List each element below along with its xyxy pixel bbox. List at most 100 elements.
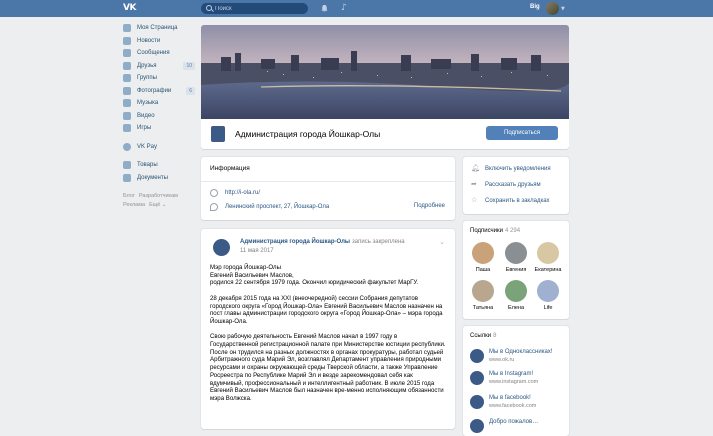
star-icon: ☆: [471, 196, 478, 204]
username[interactable]: Big: [530, 4, 540, 10]
chevron-down-icon[interactable]: ⌄: [439, 238, 445, 246]
link-logo-icon: [470, 349, 484, 363]
subscriber-item[interactable]: Паша: [468, 242, 498, 273]
music-icon[interactable]: ♪: [341, 3, 350, 14]
subscribers-title[interactable]: Подписчики 4 294: [470, 228, 520, 234]
subscriber-name: Паша: [475, 267, 491, 273]
sidebar-item-games[interactable]: Игры: [123, 122, 195, 135]
save-bookmarks-action[interactable]: ☆ Сохранить в закладках: [471, 197, 550, 204]
link-name: Мы в Одноклассниках!: [489, 349, 553, 355]
coat-of-arms-icon: [211, 126, 225, 142]
sidebar-footer: Блог Разработчикам Реклама Ещё ⌄: [123, 192, 195, 210]
post-text: Мэр города Йошкар-Олы Евгений Васильевич…: [210, 264, 446, 410]
post-avatar[interactable]: [213, 239, 230, 256]
subscriber-name: Life: [543, 305, 553, 311]
link-name: Мы в facebook!: [489, 395, 531, 401]
subscribers-block: Подписчики 4 294 Паша Евгения Екатерина Т…: [463, 221, 569, 319]
sidebar-item-label: Игры: [137, 125, 152, 132]
subscriber-name: Евгения: [505, 267, 527, 273]
link-name: Мы в Instagram!: [489, 371, 534, 377]
sidebar-item-groups[interactable]: Группы: [123, 72, 195, 85]
subscriber-item[interactable]: Life: [533, 280, 563, 311]
subscribers-label: Подписчики: [470, 228, 504, 234]
sidebar-item-friends[interactable]: Друзья 10: [123, 60, 195, 73]
subscriber-name: Екатерина: [534, 267, 562, 273]
link-logo-icon: [470, 419, 484, 433]
footer-link-blog[interactable]: Блог: [123, 193, 135, 199]
address-row: Ленинский проспект, 27, Йошкар-Ола: [210, 203, 329, 211]
messages-icon: [123, 49, 131, 58]
sidebar-item-label: Друзья: [137, 62, 157, 69]
footer-link-ads[interactable]: Реклама: [123, 202, 145, 208]
games-icon: [123, 124, 131, 133]
pinned-label: запись закреплена: [352, 239, 405, 245]
website-link[interactable]: http://i-ola.ru/: [225, 190, 260, 196]
sidebar-item-photos[interactable]: Фотографии 6: [123, 85, 195, 98]
subscribe-button[interactable]: Подписаться: [486, 126, 558, 140]
sidebar-item-my-page[interactable]: Моя Страница: [123, 22, 195, 35]
post-paragraph: Свою рабочую деятельность Евгений Маслов…: [210, 333, 446, 402]
chevron-down-icon[interactable]: ▼: [561, 6, 565, 12]
count-badge: 6: [186, 86, 195, 95]
post-author[interactable]: Администрация города Йошкар-Олы: [240, 239, 350, 245]
link-item[interactable]: Мы в Одноклассниках! www.ok.ru: [470, 348, 566, 366]
friends-icon: [123, 61, 131, 70]
subscriber-name: Елена: [507, 305, 525, 311]
more-link[interactable]: Подробнее: [414, 203, 445, 209]
top-bar: VK ♪ Big ▼: [0, 0, 713, 17]
address-link[interactable]: Ленинский проспект, 27, Йошкар-Ола: [225, 204, 329, 210]
link-url: www.facebook.com: [489, 403, 537, 409]
goods-icon: [123, 161, 131, 170]
link-url: www.ok.ru: [489, 357, 515, 363]
avatar[interactable]: [546, 2, 559, 15]
sidebar-item-label: Моя Страница: [137, 25, 178, 32]
post-date[interactable]: 11 мая 2017: [240, 248, 274, 254]
sidebar: Моя Страница Новости Сообщения Друзья 10 …: [123, 22, 195, 210]
search-box[interactable]: [201, 3, 308, 14]
post-paragraph: Мэр города Йошкар-Олы Евгений Васильевич…: [210, 264, 419, 287]
avatar: [472, 280, 494, 302]
vk-logo[interactable]: VK: [123, 3, 143, 14]
tell-friends-action[interactable]: ➦ Рассказать друзьям: [471, 181, 541, 188]
sidebar-item-vkpay[interactable]: VK Pay: [123, 141, 195, 154]
links-title[interactable]: Ссылки 8: [470, 333, 496, 339]
sidebar-item-music[interactable]: Музыка: [123, 97, 195, 110]
avatar: [537, 280, 559, 302]
pinned-post: Администрация города Йошкар-Олы запись з…: [201, 229, 455, 429]
sidebar-item-docs[interactable]: Документы: [123, 172, 195, 185]
avatar: [505, 280, 527, 302]
subscriber-item[interactable]: Татьяна: [468, 280, 498, 311]
website-row: http://i-ola.ru/: [210, 189, 260, 197]
divider: [201, 181, 455, 182]
enable-notifications-action[interactable]: 🔔︎ Включить уведомления: [471, 165, 551, 172]
count-badge: 10: [183, 61, 195, 70]
globe-icon: [210, 189, 218, 197]
sidebar-item-label: Музыка: [137, 100, 159, 107]
info-card: Информация http://i-ola.ru/ Ленинский пр…: [201, 157, 455, 220]
footer-link-devs[interactable]: Разработчикам: [139, 193, 178, 199]
link-item[interactable]: Добро пожалов…: [470, 418, 566, 436]
sidebar-item-news[interactable]: Новости: [123, 35, 195, 48]
avatar: [472, 242, 494, 264]
share-icon: ➦: [471, 180, 477, 188]
subscriber-item[interactable]: Евгения: [501, 242, 531, 273]
search-icon: [206, 5, 212, 11]
links-label: Ссылки: [470, 333, 492, 339]
link-item[interactable]: Мы в facebook! www.facebook.com: [470, 394, 566, 412]
subscriber-item[interactable]: Екатерина: [533, 242, 563, 273]
subscriber-item[interactable]: Елена: [501, 280, 531, 311]
subscriber-name: Татьяна: [472, 305, 494, 311]
link-item[interactable]: Мы в Instagram! www.instagram.com: [470, 370, 566, 388]
footer-link-more[interactable]: Ещё ⌄: [149, 202, 166, 208]
action-label: Рассказать друзьям: [485, 181, 541, 188]
group-cover-image: [201, 25, 569, 119]
sidebar-item-messages[interactable]: Сообщения: [123, 47, 195, 60]
video-icon: [123, 111, 131, 120]
bell-icon: 🔔︎: [471, 164, 480, 172]
links-block: Ссылки 8 Мы в Одноклассниках! www.ok.ru Мы…: [463, 326, 569, 436]
sidebar-item-goods[interactable]: Товары: [123, 159, 195, 172]
action-label: Включить уведомления: [485, 165, 551, 172]
sidebar-item-video[interactable]: Видео: [123, 110, 195, 123]
search-input[interactable]: [215, 4, 303, 13]
bell-icon[interactable]: [320, 4, 329, 13]
